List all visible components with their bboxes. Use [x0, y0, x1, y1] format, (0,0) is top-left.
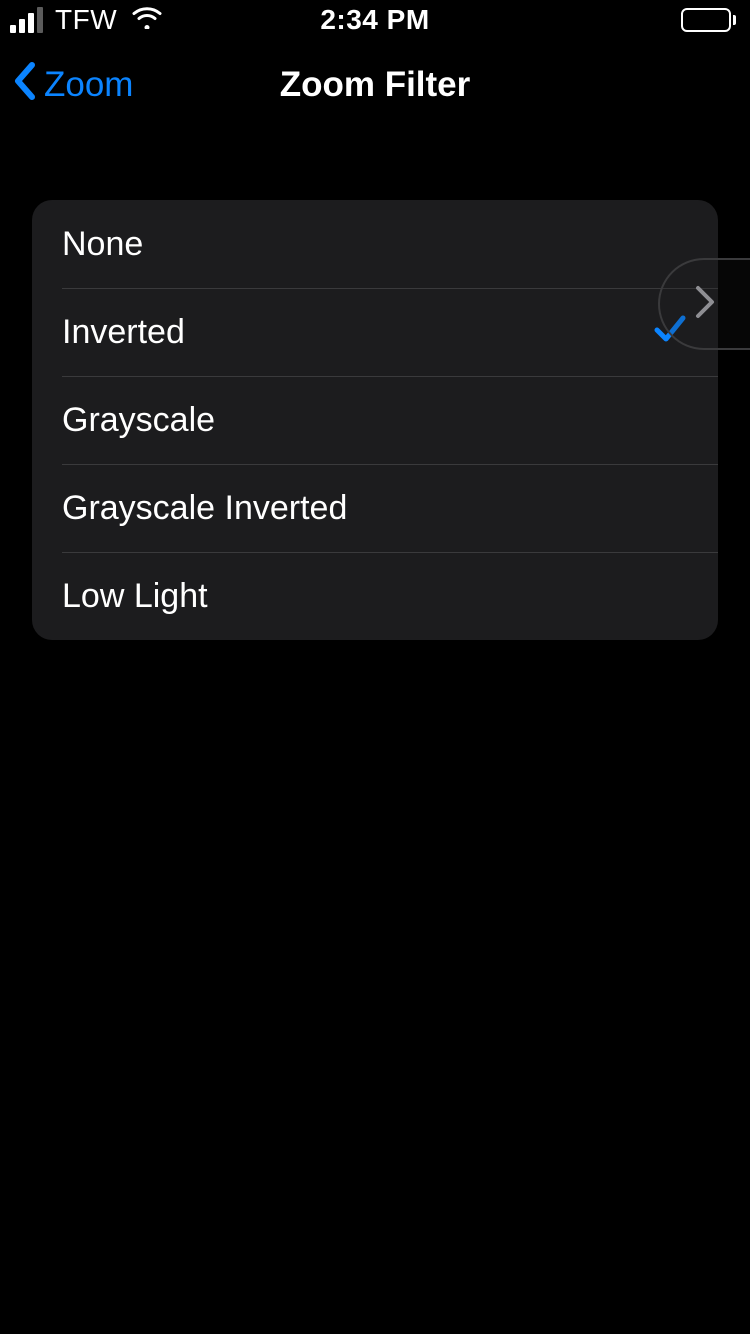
- status-right: [373, 8, 736, 32]
- filter-option-grayscale[interactable]: Grayscale: [32, 376, 718, 464]
- chevron-right-icon: [690, 280, 720, 329]
- nav-bar: Zoom Zoom Filter: [0, 40, 750, 130]
- carrier-label: TFW: [55, 4, 117, 36]
- back-label: Zoom: [44, 65, 133, 105]
- filter-list: None Inverted Grayscale Grayscale Invert…: [32, 200, 718, 640]
- battery-icon: [681, 8, 736, 32]
- back-button[interactable]: Zoom: [0, 62, 133, 109]
- filter-option-label: Low Light: [62, 577, 208, 616]
- filter-option-label: Inverted: [62, 313, 185, 352]
- filter-option-inverted[interactable]: Inverted: [32, 288, 718, 376]
- filter-option-none[interactable]: None: [32, 200, 718, 288]
- zoom-controller-handle[interactable]: [658, 258, 750, 350]
- status-bar: TFW 2:34 PM: [0, 0, 750, 40]
- filter-option-label: Grayscale Inverted: [62, 489, 347, 528]
- cellular-signal-icon: [10, 7, 43, 33]
- status-left: TFW: [10, 4, 373, 36]
- chevron-left-icon: [12, 62, 36, 109]
- filter-option-grayscale-inverted[interactable]: Grayscale Inverted: [32, 464, 718, 552]
- filter-option-low-light[interactable]: Low Light: [32, 552, 718, 640]
- filter-option-label: None: [62, 225, 143, 264]
- wifi-icon: [131, 4, 163, 36]
- filter-option-label: Grayscale: [62, 401, 215, 440]
